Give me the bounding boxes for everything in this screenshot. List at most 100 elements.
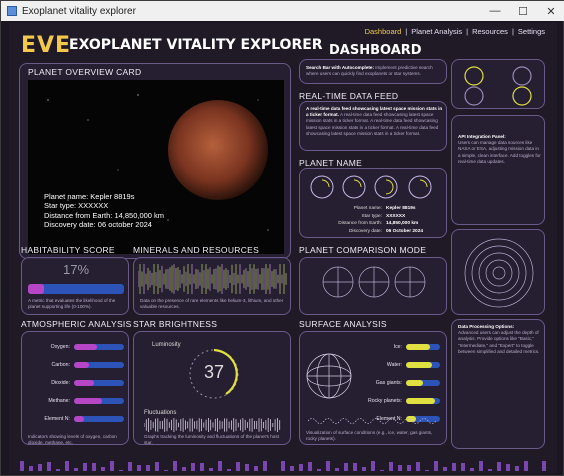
processing-text: Data Processing Options: Advanced users c… <box>458 324 540 354</box>
nav-settings[interactable]: Settings <box>518 27 545 36</box>
activity-bar <box>110 461 114 471</box>
minerals-waveform <box>138 264 287 294</box>
activity-bar <box>416 461 420 471</box>
activity-bar <box>200 462 204 471</box>
habitability-value: 17% <box>62 262 90 277</box>
surface-row-label: Water: <box>386 362 402 368</box>
activity-bar <box>497 462 501 471</box>
activity-bar <box>218 461 222 471</box>
overview-title: PLANET OVERVIEW CARD <box>28 67 142 77</box>
planet-info-value: 06 October 2024 <box>386 229 424 235</box>
activity-bar <box>164 469 168 471</box>
close-button[interactable]: ✕ <box>537 1 564 21</box>
surface-row-bar <box>406 362 440 368</box>
activity-bar <box>245 464 249 471</box>
api-text: API Integration Panel: Users can manage d… <box>458 134 541 164</box>
planet-info-value: XXXXXX <box>386 213 406 219</box>
processing-panel[interactable]: Data Processing Options: Advanced users c… <box>451 319 545 449</box>
comparison-card[interactable] <box>299 257 447 315</box>
activity-bar <box>515 465 519 471</box>
habitability-title: HABITABILITY SCORE <box>21 245 115 255</box>
activity-bar <box>488 468 492 471</box>
search-card[interactable]: Search Bar with Autocomplete: Implement … <box>299 59 447 84</box>
surface-title: SURFACE ANALYSIS <box>299 319 387 329</box>
atmos-row-bar <box>74 362 124 368</box>
atmos-row-fill <box>74 362 89 368</box>
atmos-title: ATMOSPHERIC ANALYSIS <box>21 319 132 329</box>
minimize-button[interactable]: — <box>481 1 509 21</box>
minerals-desc: Data on the presence of rare elements li… <box>140 298 284 310</box>
activity-bar <box>263 461 267 471</box>
planet-overview-card[interactable]: PLANET OVERVIEW CARD Planet name: Kepler… <box>19 63 291 259</box>
activity-bar <box>353 463 357 471</box>
star-card: Luminosity 37 Fluctuations Graphs tracki… <box>133 331 291 445</box>
habitability-card: 17% A metric that evaluates the likeliho… <box>21 257 129 315</box>
planet-info-key: Star type: <box>361 213 382 219</box>
atmos-row-label: Oxygen: <box>50 344 70 350</box>
nav-resources[interactable]: Resources <box>472 27 508 36</box>
planet-thumb[interactable] <box>374 175 398 199</box>
surface-wave <box>308 418 437 424</box>
activity-bar <box>209 467 213 471</box>
activity-bar <box>443 466 447 471</box>
nav-dashboard[interactable]: Dashboard <box>365 27 402 36</box>
activity-bar <box>65 461 69 471</box>
activity-bar <box>137 464 141 471</box>
api-panel[interactable]: API Integration Panel: Users can manage d… <box>451 115 545 225</box>
star-title: STAR BRIGHTNESS <box>133 319 218 329</box>
planet-thumb[interactable] <box>310 175 334 199</box>
logo: EVE <box>21 33 72 58</box>
activity-bar <box>425 469 429 471</box>
habitability-bar <box>28 284 124 294</box>
habitability-desc: A metric that evaluates the likelihood o… <box>28 298 116 310</box>
minerals-card: Data on the presence of rare elements li… <box>133 257 291 315</box>
activity-bar <box>281 461 285 471</box>
planet-image: Planet name: Kepler 8819s Star type: XXX… <box>28 80 284 254</box>
activity-bar <box>29 465 33 471</box>
page-title: DASHBOARD <box>329 43 422 58</box>
activity-bar <box>479 461 483 471</box>
title-bar: Exoplanet vitality explorer — ☐ ✕ <box>1 1 564 21</box>
planet-sphere <box>168 100 268 200</box>
activity-bar <box>362 466 366 471</box>
surface-row-bar <box>406 344 440 350</box>
overview-star: Star type: XXXXXX <box>44 201 109 211</box>
comparison-globes <box>322 266 426 298</box>
planet-thumbnails <box>310 175 432 199</box>
surface-row-bar <box>406 380 440 386</box>
nav-planet-analysis[interactable]: Planet Analysis <box>411 27 462 36</box>
atmos-row-bar <box>74 416 124 422</box>
atmos-desc: Indicators showing levels of oxygen, car… <box>28 434 117 446</box>
surface-card: Ice: Water: Gas giants: Rocky planets: Eleme… <box>299 331 447 445</box>
activity-bar <box>227 468 231 471</box>
surface-row-bar <box>406 398 440 404</box>
planet-thumb[interactable] <box>342 175 366 199</box>
app-window: Exoplanet vitality explorer — ☐ ✕ EVE EX… <box>0 0 564 476</box>
activity-bar <box>389 461 393 471</box>
atmos-row-bar <box>74 380 124 386</box>
fluctuations-label: Fluctuations <box>144 410 177 416</box>
surface-row-fill <box>406 362 432 368</box>
fluctuations-chart <box>144 418 281 432</box>
activity-bar <box>20 461 24 471</box>
activity-bar <box>380 469 384 471</box>
surface-row-label: Ice: <box>393 344 402 350</box>
planet-info-rows: Planet name: Kepler 8819s Star type: XXXXX… <box>310 205 440 236</box>
atmos-card: Oxygen: Carbon: Dioxide: Methane: Element N:… <box>21 331 129 445</box>
atmos-row-label: Carbon: <box>51 362 70 368</box>
top-nav: Dashboard | Planet Analysis | Resources | S… <box>365 27 545 36</box>
minerals-title: MINERALS AND RESOURCES <box>133 245 260 255</box>
activity-bar <box>128 461 132 471</box>
planet-info-key: Planet name: <box>353 206 382 211</box>
activity-bar <box>254 465 258 471</box>
activity-bar <box>398 464 402 471</box>
planet-thumb[interactable] <box>408 175 432 199</box>
surface-row-fill <box>406 398 435 404</box>
planet-name-title: PLANET NAME <box>299 158 363 168</box>
activity-bar <box>434 461 438 471</box>
activity-bar <box>470 467 474 471</box>
dashboard-app: EVE EXOPLANET VITALITY EXPLORER Dashboar… <box>9 23 557 473</box>
habitability-fill <box>28 284 45 294</box>
maximize-button[interactable]: ☐ <box>509 1 537 21</box>
atmos-row-label: Element N: <box>44 416 70 422</box>
